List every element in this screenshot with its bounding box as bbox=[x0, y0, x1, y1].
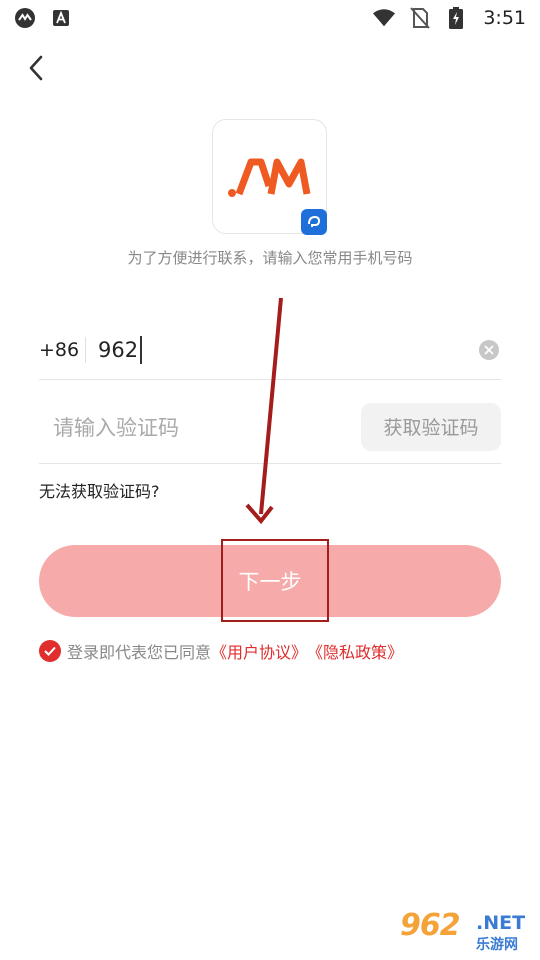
checkmark-icon[interactable] bbox=[39, 640, 61, 662]
watermark-net: .NET bbox=[476, 912, 526, 934]
login-page: 3:51 为了方便进行联系，请输入您常用手机号码 +86 962 请输入验证码 … bbox=[0, 0, 540, 960]
no-sim-icon bbox=[409, 7, 431, 29]
clear-input-button[interactable] bbox=[479, 339, 499, 360]
am-logo-mark bbox=[228, 158, 311, 197]
chevron-left-icon bbox=[29, 55, 43, 81]
status-right: 3:51 bbox=[373, 7, 526, 29]
divider bbox=[85, 336, 86, 363]
wifi-icon bbox=[373, 7, 396, 29]
user-agreement-link[interactable]: 《用户协议》 bbox=[211, 639, 307, 663]
country-code-selector[interactable]: +86 bbox=[39, 339, 85, 361]
font-a-icon bbox=[50, 7, 72, 29]
cannot-get-code-link[interactable]: 无法获取验证码? bbox=[39, 478, 160, 502]
app-badge-icon bbox=[301, 209, 327, 235]
page-subtitle: 为了方便进行联系，请输入您常用手机号码 bbox=[127, 249, 413, 267]
back-button[interactable] bbox=[18, 50, 54, 86]
watermark-logo: 962 .NET 乐游网 bbox=[400, 908, 534, 956]
battery-charging-icon bbox=[445, 7, 467, 29]
phone-field: +86 962 bbox=[39, 320, 501, 380]
close-icon bbox=[484, 344, 494, 355]
verification-code-field: 请输入验证码 获取验证码 bbox=[39, 390, 501, 464]
phone-input[interactable]: 962 bbox=[98, 335, 143, 364]
watermark-number: 962 bbox=[400, 908, 461, 943]
watermark-site: 乐游网 bbox=[476, 937, 518, 953]
status-bar: 3:51 bbox=[0, 0, 540, 36]
privacy-policy-link[interactable]: 《隐私政策》 bbox=[307, 639, 403, 663]
agreement-row: 登录即代表您已同意 《用户协议》 《隐私政策》 bbox=[39, 638, 403, 664]
status-time: 3:51 bbox=[483, 7, 526, 29]
highlight-box bbox=[221, 539, 329, 622]
agreement-prefix: 登录即代表您已同意 bbox=[67, 643, 212, 662]
app-logo bbox=[212, 119, 327, 235]
app-notification-icon bbox=[14, 7, 36, 29]
status-left bbox=[14, 7, 72, 29]
verification-code-input[interactable]: 请输入验证码 bbox=[53, 412, 179, 442]
get-code-button[interactable]: 获取验证码 bbox=[361, 402, 501, 451]
